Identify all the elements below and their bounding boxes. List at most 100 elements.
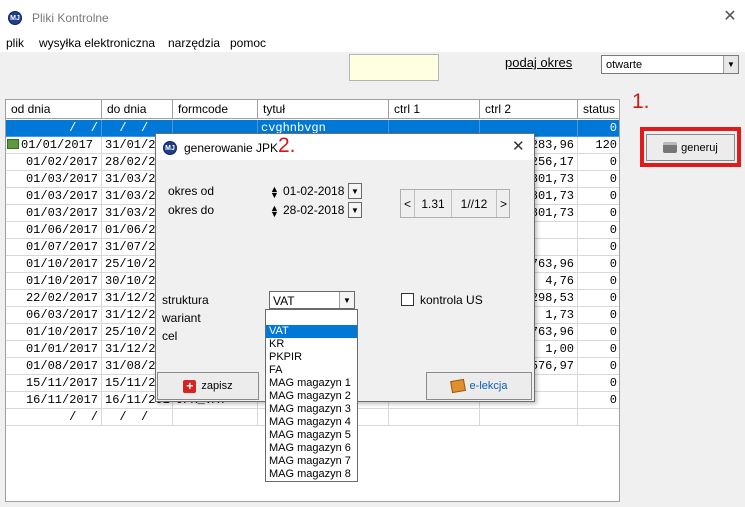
table-cell-status: 0 — [578, 324, 619, 341]
filter-input[interactable] — [349, 54, 439, 81]
table-cell-status: 0 — [578, 205, 619, 222]
struktura-option[interactable]: MAG magazyn 7 — [266, 455, 357, 468]
table-cell-text: 0 — [609, 121, 617, 135]
table-cell-text: 01/06/2017 — [25, 223, 98, 237]
table-cell-text: 01/01/2017 — [21, 138, 94, 152]
table-cell-text: / / — [54, 410, 98, 424]
table-cell-text: 801,73 — [530, 189, 574, 203]
col-header-ctrl2[interactable]: ctrl 2 — [480, 100, 578, 119]
dialog-title: generowanie JPK — [184, 141, 279, 155]
table-cell-od: 01/01/2017 — [6, 341, 102, 358]
table-cell-text: 0 — [609, 291, 617, 305]
col-header-ctrl1[interactable]: ctrl 1 — [389, 100, 480, 119]
chevron-down-icon[interactable]: ▼ — [339, 292, 354, 308]
table-cell-od: 06/03/2017 — [6, 307, 102, 324]
period-link[interactable]: podaj okres — [505, 55, 572, 70]
struktura-option[interactable]: MAG magazyn 4 — [266, 416, 357, 429]
table-cell-text: 31/01/20 — [105, 138, 163, 152]
okres-do-calendar-icon[interactable]: ▼ — [348, 202, 362, 218]
struktura-option[interactable]: PKPIR — [266, 351, 357, 364]
struktura-option[interactable]: VAT — [266, 325, 357, 338]
table-cell-status: 120 — [578, 137, 619, 154]
table-cell-text: 06/03/2017 — [25, 308, 98, 322]
generate-button[interactable]: generuj — [646, 134, 735, 161]
table-cell-formcode — [173, 409, 258, 426]
save-button[interactable]: + zapisz — [157, 372, 259, 400]
table-cell-text: 22/02/2017 — [25, 291, 98, 305]
table-cell-status: 0 — [578, 375, 619, 392]
chevron-down-icon[interactable]: ▼ — [723, 56, 738, 73]
okres-do-input[interactable]: 28-02-2018 — [283, 203, 344, 217]
table-cell-text: 0 — [609, 172, 617, 186]
struktura-option[interactable]: MAG magazyn 6 — [266, 442, 357, 455]
struktura-option[interactable]: MAG magazyn 8 — [266, 468, 357, 481]
table-cell-text: 01/08/2017 — [25, 359, 98, 373]
table-cell-text: 120 — [595, 138, 617, 152]
struktura-option[interactable]: MAG magazyn 3 — [266, 403, 357, 416]
struktura-select-value: VAT — [273, 294, 295, 308]
struktura-option[interactable]: KR — [266, 338, 357, 351]
struktura-option[interactable] — [266, 312, 357, 325]
table-cell-text: 01/10/2017 — [25, 257, 98, 271]
struktura-option[interactable]: MAG magazyn 5 — [266, 429, 357, 442]
table-cell-do: / / — [102, 409, 173, 426]
kontrola-us-checkbox[interactable] — [401, 293, 414, 306]
status-select-value: otwarte — [606, 59, 643, 71]
table-cell-text: 801,73 — [530, 172, 574, 186]
table-cell-text: 0 — [609, 274, 617, 288]
dialog-close-icon[interactable]: ✕ — [512, 137, 525, 155]
table-cell-status: 0 — [578, 256, 619, 273]
table-cell-text: 256,17 — [530, 155, 574, 169]
okres-od-calendar-icon[interactable]: ▼ — [348, 183, 362, 199]
struktura-option[interactable]: MAG magazyn 1 — [266, 377, 357, 390]
menu-pomoc[interactable]: pomoc — [230, 36, 266, 50]
table-cell-text: 30/10/20 — [105, 274, 163, 288]
dialog-logo-text: MJ — [165, 144, 175, 152]
table-cell-od: 01/01/2017 — [6, 137, 102, 154]
col-header-od-dnia[interactable]: od dnia — [6, 100, 102, 119]
pager-prev-button[interactable]: < — [401, 190, 415, 217]
table-cell-text: 16/11/2017 — [25, 393, 98, 407]
struktura-select[interactable]: VAT ▼ — [269, 291, 355, 309]
table-cell-status: 0 — [578, 358, 619, 375]
e-lekcja-button[interactable]: e-lekcja — [426, 372, 532, 400]
pager-page: 1//12 — [452, 190, 497, 217]
window-close-icon[interactable]: ✕ — [722, 8, 738, 26]
col-header-formcode[interactable]: formcode — [173, 100, 258, 119]
table-cell-text: 31/03/20 — [105, 206, 163, 220]
okres-od-label: okres od — [168, 184, 215, 198]
col-header-tytul[interactable]: tytuł — [258, 100, 389, 119]
app-logo-text: MJ — [10, 14, 20, 22]
col-header-status[interactable]: status — [578, 100, 619, 119]
table-cell-text: 01/02/2017 — [25, 155, 98, 169]
menu-wysylka[interactable]: wysyłka elektroniczna — [39, 36, 155, 50]
table-cell-text: 01/01/2017 — [25, 342, 98, 356]
table-cell-od: 01/02/2017 — [6, 154, 102, 171]
okres-od-input[interactable]: 01-02-2018 — [283, 184, 344, 198]
table-cell-od: 15/11/2017 — [6, 375, 102, 392]
table-cell-text: 576,97 — [530, 359, 574, 373]
struktura-option[interactable]: MAG magazyn 2 — [266, 390, 357, 403]
table-cell-od: 01/10/2017 — [6, 273, 102, 290]
okres-do-spinner-icon[interactable]: ▲ ▼ — [270, 204, 279, 219]
menu-narzedzia[interactable]: narzędzia — [168, 36, 220, 50]
col-header-do-dnia[interactable]: do dnia — [102, 100, 173, 119]
okres-od-spinner-icon[interactable]: ▲ ▼ — [270, 185, 279, 200]
step-marker-1: 1. — [632, 90, 650, 113]
status-select[interactable]: otwarte ▼ — [601, 55, 739, 74]
table-cell-text: 283,96 — [530, 138, 574, 152]
table-cell-text: 31/12/20 — [105, 342, 163, 356]
struktura-option[interactable]: FA — [266, 364, 357, 377]
step-marker-2: 2. — [278, 134, 296, 157]
table-cell-text: 28/02/20 — [105, 155, 163, 169]
generate-button-label: generuj — [681, 141, 718, 154]
table-cell-od: 16/11/2017 — [6, 392, 102, 409]
table-cell-text: 0 — [609, 189, 617, 203]
table-cell-text: 25/10/20 — [105, 325, 163, 339]
table-cell-text: 801,73 — [530, 206, 574, 220]
table-cell-status: 0 — [578, 188, 619, 205]
pager-next-button[interactable]: > — [497, 190, 510, 217]
table-cell-od: 01/03/2017 — [6, 171, 102, 188]
menu-plik[interactable]: plik — [6, 36, 24, 50]
status-ok-icon — [7, 139, 19, 149]
